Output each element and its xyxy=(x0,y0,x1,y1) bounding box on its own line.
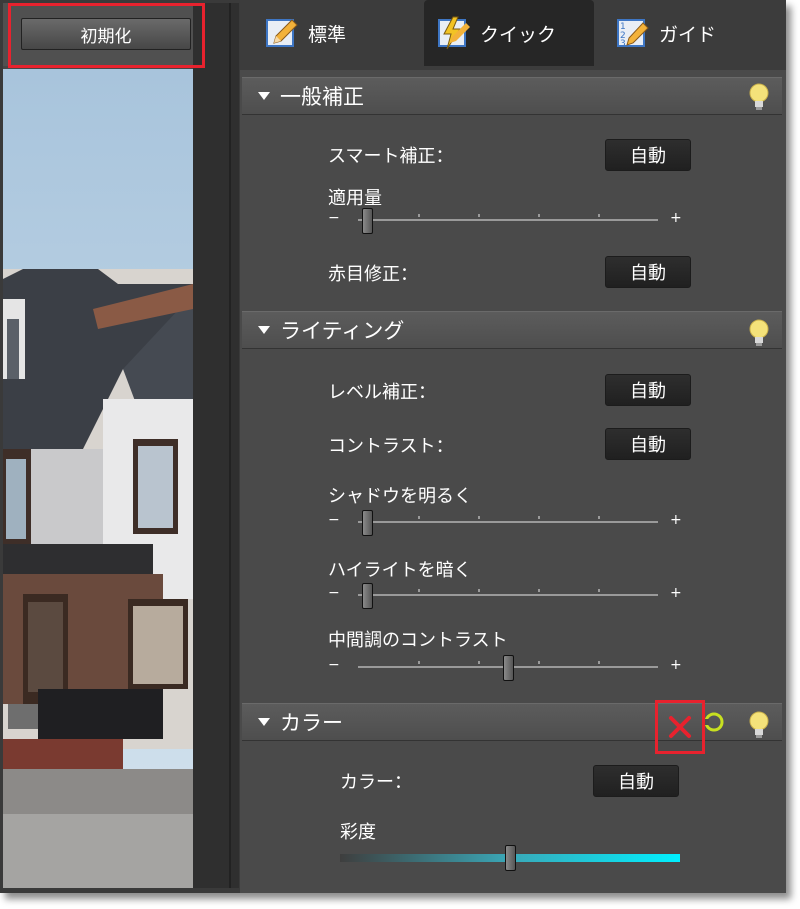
levels-label: レベル補正： xyxy=(328,382,436,403)
abc-icon: 1 2 3 xyxy=(617,19,649,49)
svg-text:3: 3 xyxy=(620,39,626,49)
midtone-contrast-label: 中間調のコントラスト xyxy=(328,630,508,651)
slider-tick xyxy=(478,516,480,519)
slider-tick xyxy=(598,516,600,519)
tab-quick-label: クイック xyxy=(480,23,557,46)
amount-label: 適用量 xyxy=(328,188,382,209)
tab-guided-label: ガイド xyxy=(659,23,717,46)
slider-tick xyxy=(598,661,600,664)
tab-quick[interactable]: クイック xyxy=(424,0,594,66)
darken-highlights-slider-thumb[interactable] xyxy=(362,583,373,609)
levels-auto-button[interactable]: 自動 xyxy=(605,374,691,406)
slider-minus: − xyxy=(328,585,340,601)
photo-pane: 初期化 xyxy=(3,3,193,888)
midtone-contrast-slider[interactable]: − + xyxy=(328,655,688,681)
red-eye-label: 赤目修正： xyxy=(328,264,418,285)
reset-button[interactable]: 初期化 xyxy=(21,18,191,50)
commit-icon[interactable] xyxy=(702,710,726,734)
section-title-lighting: ライティング xyxy=(280,319,405,343)
slider-tick xyxy=(418,214,420,217)
saturation-slider[interactable] xyxy=(340,845,682,871)
slider-plus: + xyxy=(670,657,682,673)
smart-fix-label: スマート補正： xyxy=(328,146,454,167)
tab-standard-label: 標準 xyxy=(308,23,347,46)
tab-standard[interactable]: 標準 xyxy=(264,0,346,66)
slider-tick xyxy=(538,661,540,664)
slider-plus: + xyxy=(670,585,682,601)
slider-tick xyxy=(538,589,540,592)
collapse-triangle-icon[interactable] xyxy=(258,718,270,726)
slider-tick xyxy=(598,214,600,217)
tab-guided[interactable]: 1 2 3 ガイド xyxy=(615,0,716,66)
slider-tick xyxy=(478,661,480,664)
slider-tick xyxy=(478,589,480,592)
lightbulb-icon[interactable] xyxy=(748,82,770,112)
amount-slider[interactable]: − + xyxy=(328,208,688,234)
lighten-shadows-slider-thumb[interactable] xyxy=(362,510,373,536)
darken-highlights-slider[interactable]: − + xyxy=(328,583,688,609)
darken-highlights-label: ハイライトを暗く xyxy=(328,560,472,581)
slider-tick xyxy=(478,214,480,217)
contrast-auto-button[interactable]: 自動 xyxy=(605,428,691,460)
slider-tick xyxy=(598,589,600,592)
section-header-general[interactable]: 一般補正 xyxy=(242,77,782,115)
house-photo xyxy=(3,69,193,888)
amount-slider-thumb[interactable] xyxy=(362,208,373,234)
slider-tick xyxy=(418,661,420,664)
slider-minus: − xyxy=(328,210,340,226)
photo-toolbar: 初期化 xyxy=(3,3,193,66)
slider-tick xyxy=(418,589,420,592)
section-header-lighting[interactable]: ライティング xyxy=(242,311,782,349)
saturation-slider-thumb[interactable] xyxy=(505,845,516,871)
lighten-shadows-slider[interactable]: − + xyxy=(328,510,688,536)
slider-minus: − xyxy=(328,512,340,528)
slider-tick xyxy=(418,516,420,519)
collapse-triangle-icon[interactable] xyxy=(258,326,270,334)
lightbulb-icon[interactable] xyxy=(748,710,770,740)
slider-plus: + xyxy=(670,210,682,226)
section-title-general: 一般補正 xyxy=(280,85,364,109)
color-label: カラー： xyxy=(340,772,412,793)
adjustments-panel: 標準 クイック 1 2 3 ガイド 一般補正 スマート補正： 自動 適用量 − … xyxy=(240,0,786,893)
slider-tick xyxy=(538,516,540,519)
contrast-label: コントラスト： xyxy=(328,436,454,457)
collapse-triangle-icon[interactable] xyxy=(258,92,270,100)
lightbulb-icon[interactable] xyxy=(748,318,770,348)
midtone-contrast-slider-thumb[interactable] xyxy=(503,655,514,681)
close-icon xyxy=(669,716,691,738)
smart-fix-auto-button[interactable]: 自動 xyxy=(605,139,691,171)
lighten-shadows-label: シャドウを明るく xyxy=(328,486,472,507)
slider-tick xyxy=(538,214,540,217)
red-eye-auto-button[interactable]: 自動 xyxy=(605,256,691,288)
lightning-icon xyxy=(438,16,470,50)
mode-tabs: 標準 クイック 1 2 3 ガイド xyxy=(240,0,786,70)
pane-divider[interactable] xyxy=(193,3,239,888)
slider-plus: + xyxy=(670,512,682,528)
section-title-color: カラー xyxy=(280,711,343,735)
pencil-icon xyxy=(266,19,298,47)
saturation-label: 彩度 xyxy=(340,822,376,843)
editor-window: 初期化 標準 クイック 1 2 3 ガイド 一般補正 スマート補正： 自動 適用… xyxy=(0,0,786,893)
color-auto-button[interactable]: 自動 xyxy=(593,765,679,797)
slider-minus: − xyxy=(328,657,340,673)
cancel-button[interactable] xyxy=(655,700,705,754)
